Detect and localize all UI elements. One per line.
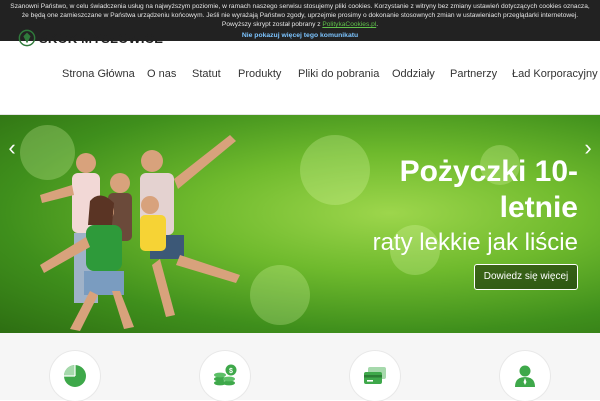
features-section: $ (0, 333, 600, 401)
nav-item-oddzialy[interactable]: Oddziały (392, 68, 435, 80)
slider-prev-arrow[interactable]: ‹ (5, 137, 19, 159)
nav-item-produkty[interactable]: Produkty (238, 68, 281, 80)
cookie-message: Szanowni Państwo, w celu świadczenia usł… (10, 3, 590, 28)
hero-title-line1: Pożyczki 10- (399, 155, 578, 188)
hero-people-image (40, 135, 240, 331)
nav-item-strona-glowna[interactable]: Strona Główna (62, 68, 135, 80)
nav-item-statut[interactable]: Statut (192, 68, 221, 80)
pie-chart-icon (64, 365, 86, 387)
feature-credit-card[interactable] (350, 351, 400, 401)
feature-user[interactable] (500, 351, 550, 401)
logo-emblem-icon (18, 29, 36, 47)
logo[interactable]: SKOK MYSŁOWICE (18, 29, 163, 47)
hero-title-line2: letnie (499, 191, 578, 224)
nav-item-pliki-do-pobrania[interactable]: Pliki do pobrania (298, 68, 379, 80)
cookie-policy-link[interactable]: PolitykaCookies.pl (322, 21, 376, 28)
feature-coins[interactable]: $ (200, 351, 250, 401)
feature-pie-chart[interactable] (50, 351, 100, 401)
logo-text: SKOK MYSŁOWICE (39, 30, 164, 46)
main-navigation: Strona Główna O nas Statut Produkty Plik… (0, 62, 600, 90)
slider-next-arrow[interactable]: › (581, 137, 595, 159)
coins-icon: $ (214, 364, 237, 386)
learn-more-button[interactable]: Dowiedz się więcej (474, 264, 578, 290)
credit-card-icon (364, 367, 386, 384)
cookie-message-text: Szanowni Państwo, w celu świadczenia usł… (10, 3, 590, 28)
svg-text:$: $ (229, 368, 233, 375)
nav-item-partnerzy[interactable]: Partnerzy (450, 68, 497, 80)
user-icon (515, 365, 535, 387)
nav-item-o-nas[interactable]: O nas (147, 68, 176, 80)
bokeh-light (300, 135, 370, 205)
hero-subtitle: raty lekkie jak liście (372, 229, 578, 256)
nav-item-lad-korporacyjny[interactable]: Ład Korporacyjny (512, 68, 598, 80)
